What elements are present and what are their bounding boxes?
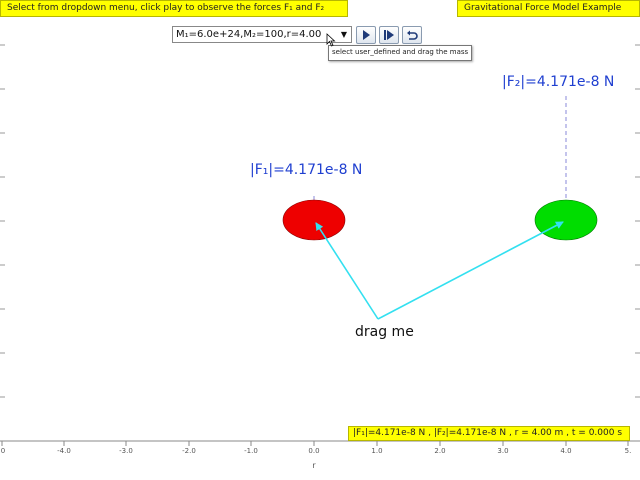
dropdown-arrow-icon[interactable]: ▼ — [341, 27, 347, 42]
model-title: Gravitational Force Model Example — [457, 0, 640, 17]
dropdown-value: M₁=6.0e+24,M₂=100,r=4.00 — [176, 29, 322, 40]
tick-label: -2.0 — [182, 447, 196, 455]
right-edge-ticks — [635, 44, 640, 398]
tick-label: 2.0 — [434, 447, 445, 455]
scenario-dropdown[interactable]: M₁=6.0e+24,M₂=100,r=4.00 ▼ — [172, 26, 352, 43]
step-button[interactable] — [379, 26, 399, 44]
tick-label: 4.0 — [560, 447, 571, 455]
x-axis-ticks — [1, 441, 629, 446]
drag-handle-label[interactable]: drag me — [355, 324, 414, 340]
simulation-frame: 0 -4.0 -3.0 -2.0 -1.0 0.0 1.0 2.0 3.0 4.… — [0, 0, 640, 480]
tick-label: -1.0 — [244, 447, 258, 455]
tick-label: -3.0 — [119, 447, 133, 455]
tick-label: 0 — [1, 447, 5, 455]
x-axis-label: r — [312, 461, 316, 470]
force-label-2: |F₂|=4.171e-8 N — [502, 74, 615, 90]
play-button[interactable] — [356, 26, 376, 44]
x-axis-tick-labels: 0 -4.0 -3.0 -2.0 -1.0 0.0 1.0 2.0 3.0 4.… — [1, 447, 632, 455]
force-label-1: |F₁|=4.171e-8 N — [250, 162, 363, 178]
instructions-banner: Select from dropdown menu, click play to… — [0, 0, 348, 17]
step-icon — [384, 30, 394, 40]
tick-label: 1.0 — [371, 447, 382, 455]
tick-label: 3.0 — [497, 447, 508, 455]
play-icon — [363, 30, 370, 40]
vector-to-mass-2 — [377, 221, 564, 320]
dropdown-tooltip: select user_defined and drag the mass — [328, 45, 473, 61]
tick-label: -4.0 — [57, 447, 71, 455]
vector-to-mass-1 — [315, 222, 379, 320]
tick-label: 0.0 — [308, 447, 319, 455]
simulation-canvas: 0 -4.0 -3.0 -2.0 -1.0 0.0 1.0 2.0 3.0 4.… — [0, 44, 640, 470]
left-edge-ticks — [0, 44, 5, 398]
tick-label: 5. — [625, 447, 632, 455]
mass-1[interactable] — [282, 199, 346, 241]
mass-2[interactable] — [534, 199, 598, 241]
cursor-icon — [326, 33, 336, 47]
reset-icon — [407, 30, 418, 40]
reset-button[interactable] — [402, 26, 422, 44]
status-readout: |F₁|=4.171e-8 N , |F₂|=4.171e-8 N , r = … — [348, 426, 630, 441]
